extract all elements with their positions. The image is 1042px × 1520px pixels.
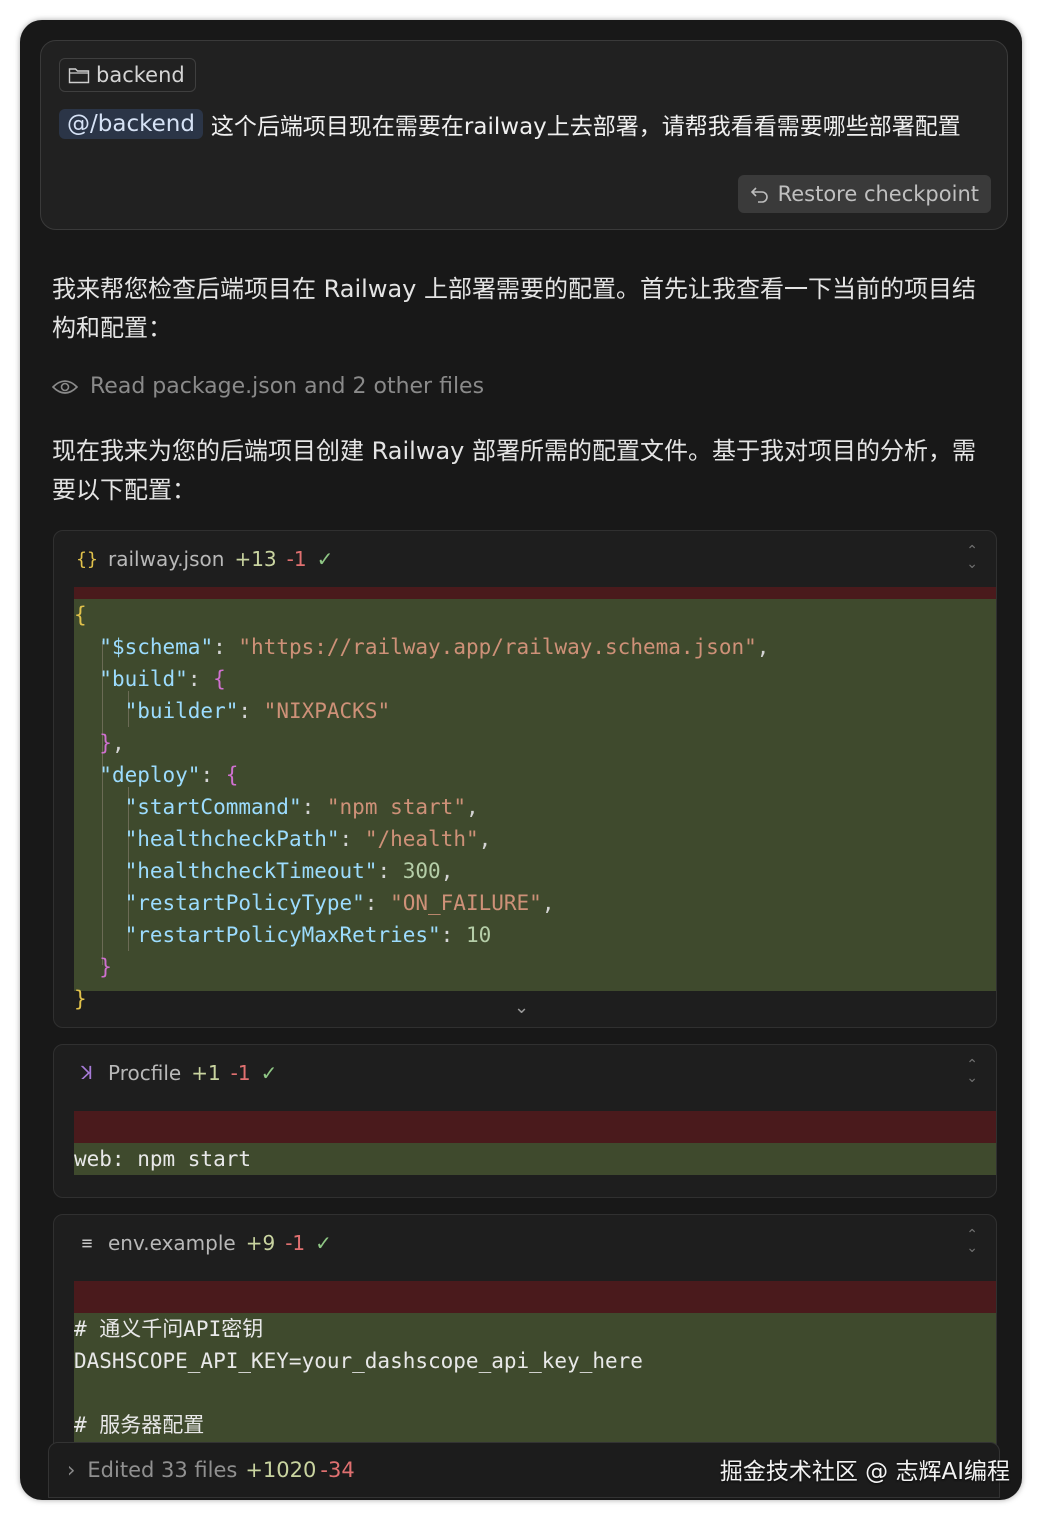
code-railway-json: { "$schema": "https://railway.app/railwa… [74,603,770,1011]
diff-filename: Procfile [108,1061,182,1085]
folder-icon [68,68,90,84]
removed-line [74,587,996,599]
restore-checkpoint-label: Restore checkpoint [777,182,979,206]
context-chip[interactable]: backend [59,58,196,92]
expand-collapse-icon[interactable]: ⌃ ⌄ [966,1058,978,1085]
assistant-paragraph-1: 我来帮您检查后端项目在 Railway 上部署需要的配置。首先让我查看一下当前的… [52,275,976,342]
assistant-paragraph-2: 现在我来为您的后端项目创建 Railway 部署所需的配置文件。基于我对项目的分… [52,437,976,504]
diff-removed-count: -1 [286,547,307,571]
diff-filename: railway.json [108,547,225,571]
code-line: # 服务器配置 [74,1413,205,1437]
read-files-status[interactable]: Read package.json and 2 other files [52,374,484,399]
prompt-text: 这个后端项目现在需要在railway上去部署，请帮我看看需要哪些部署配置 [210,114,961,140]
prompt-line: @/backend 这个后端项目现在需要在railway上去部署，请帮我看看需要… [59,107,961,141]
undo-icon [750,187,768,203]
user-prompt-card: backend @/backend 这个后端项目现在需要在railway上去部署… [40,40,1008,230]
diff-header[interactable]: ≡ env.example +9 -1 ✓ [54,1215,996,1271]
diff-added-count: +9 [245,1231,276,1255]
footer-removed-count: -34 [320,1458,355,1482]
heroku-file-icon: ꓘ [81,1062,93,1084]
removed-line [74,1111,996,1143]
watermark: 掘金技术社区 @ 志辉AI编程 [719,1459,1010,1485]
footer-added-count: +1020 [245,1458,317,1482]
expand-collapse-icon[interactable]: ⌃ ⌄ [966,1228,978,1255]
code-env-example: # 通义千问API密钥 DASHSCOPE_API_KEY=your_dashs… [74,1313,643,1441]
expand-collapse-icon[interactable]: ⌃ ⌄ [966,544,978,571]
diff-added-count: +1 [191,1061,221,1085]
code-line: # 通义千问API密钥 [74,1317,264,1341]
diff-removed-count: -1 [285,1231,306,1255]
json-file-icon: {} [76,548,98,570]
eye-icon [52,379,78,394]
mention-tag[interactable]: @/backend [59,109,203,139]
diff-card-railway-json: {} railway.json +13 -1 ✓ ⌃ ⌄ { "$schema":… [53,530,997,1028]
check-icon: ✓ [260,1061,278,1085]
check-icon: ✓ [316,547,334,571]
context-chip-label: backend [96,63,185,87]
diff-header[interactable]: ꓘ Procfile +1 -1 ✓ [54,1045,996,1101]
chevron-right-icon: › [67,1458,76,1482]
diff-added-count: +13 [234,547,277,571]
code-line: DASHSCOPE_API_KEY=your_dashscope_api_key… [74,1349,643,1373]
edited-files-label: Edited 33 files [87,1458,238,1482]
diff-removed-count: -1 [230,1061,251,1085]
check-icon: ✓ [315,1231,332,1255]
diff-header[interactable]: {} railway.json +13 -1 ✓ [54,531,996,587]
restore-checkpoint-button[interactable]: Restore checkpoint [737,175,991,213]
read-files-label: Read package.json and 2 other files [90,374,485,399]
chevron-down-icon[interactable]: ⌄ [514,997,529,1018]
diff-card-procfile: ꓘ Procfile +1 -1 ✓ ⌃ ⌄ web: npm start [53,1044,997,1198]
diff-card-env-example: ≡ env.example +9 -1 ✓ ⌃ ⌄ # 通义千问API密钥 DAS… [53,1214,997,1456]
code-procfile: web: npm start [74,1147,252,1171]
removed-line [74,1281,996,1313]
text-file-icon: ≡ [81,1232,93,1254]
chat-window: backend @/backend 这个后端项目现在需要在railway上去部署… [20,20,1022,1500]
diff-filename: env.example [108,1231,236,1255]
